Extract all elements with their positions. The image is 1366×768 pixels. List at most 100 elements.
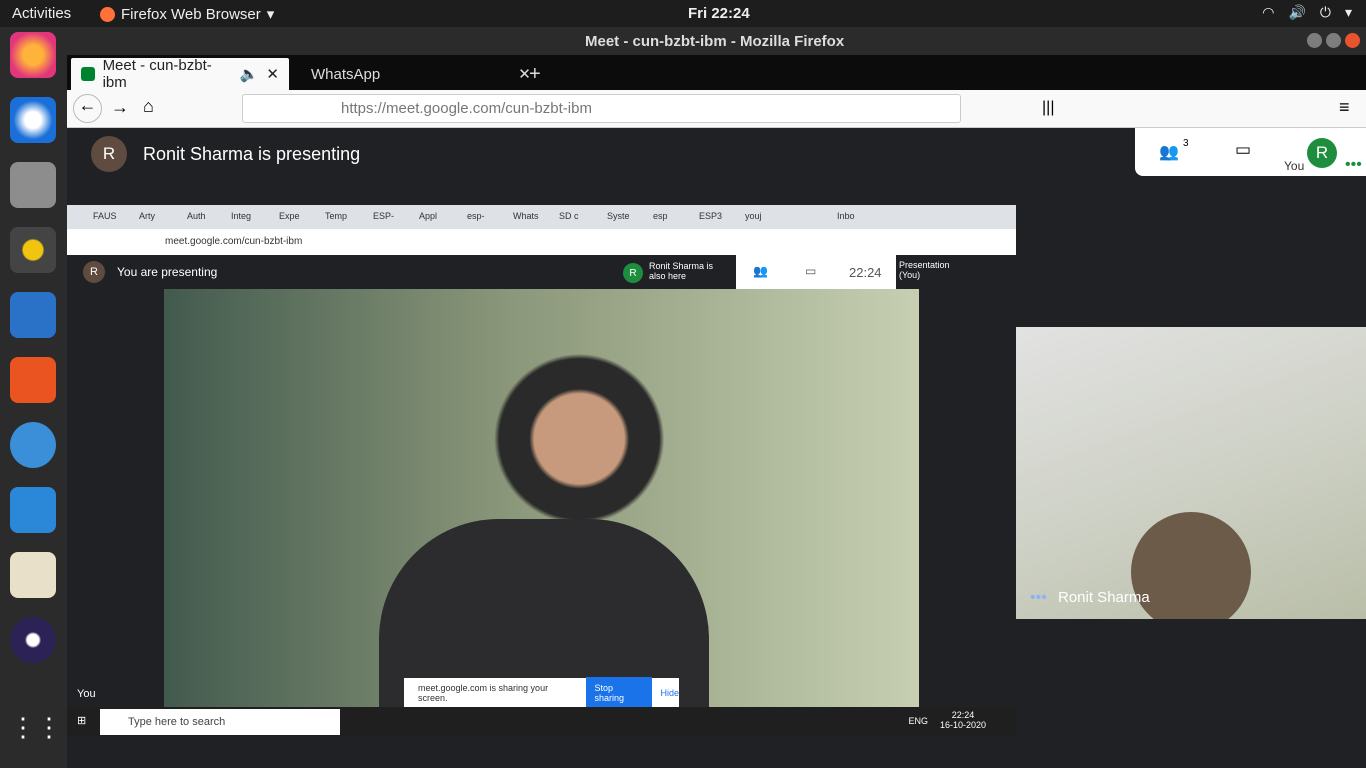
participant-tile[interactable]: ••• Ronit Sharma bbox=[1016, 327, 1366, 619]
vscode-icon[interactable] bbox=[10, 487, 56, 533]
writer-icon[interactable] bbox=[10, 292, 56, 338]
meet-top-panel: 👥 3 ▭ You R ••• bbox=[1135, 128, 1366, 176]
power-icon: ⏻ bbox=[1319, 4, 1331, 20]
chat-icon: ▭ bbox=[805, 264, 817, 278]
tab-bar: Meet - cun-bzbt-ibm 🔈 ✕ WhatsApp ✕ + bbox=[67, 55, 1366, 91]
taskbar-search-text: Type here to search bbox=[128, 716, 226, 728]
windows-start-icon: ⊞ bbox=[77, 715, 87, 727]
minimize-button[interactable] bbox=[1307, 33, 1322, 48]
menu-icon[interactable]: ≡ bbox=[1339, 97, 1350, 118]
activities-button[interactable]: Activities bbox=[12, 5, 71, 22]
dock: ⋮⋮ bbox=[0, 27, 67, 768]
inner-tab: Syste bbox=[607, 211, 630, 221]
clock[interactable]: Fri 22:24 bbox=[688, 5, 750, 22]
maximize-button[interactable] bbox=[1326, 33, 1341, 48]
chevron-down-icon: ▾ bbox=[1344, 4, 1352, 20]
volume-icon: 🔊 bbox=[1288, 4, 1306, 20]
home-icon[interactable]: ⌂ bbox=[143, 96, 154, 117]
close-icon[interactable]: ✕ bbox=[266, 65, 279, 83]
participants-count: 3 bbox=[1183, 138, 1189, 149]
taskbar-search: Type here to search bbox=[100, 709, 340, 735]
show-apps-icon[interactable]: ⋮⋮ bbox=[10, 712, 62, 758]
people-icon[interactable]: 👥 bbox=[1159, 142, 1179, 162]
ubuntu-topbar: Activities Firefox Web Browser ▾ Fri 22:… bbox=[0, 0, 1366, 27]
inner-tab: FAUS bbox=[93, 211, 117, 221]
inner-time: 22:24 bbox=[849, 265, 882, 280]
inner-tab: SD c bbox=[559, 211, 579, 221]
taskbar-time: 22:24 bbox=[951, 710, 975, 720]
tab-label: WhatsApp bbox=[311, 65, 381, 83]
people-icon: 👥 bbox=[753, 264, 768, 278]
participant-name: Ronit Sharma bbox=[1058, 589, 1150, 606]
speaker-icon[interactable]: 🔈 bbox=[240, 65, 259, 83]
inner-tab: ESP- bbox=[373, 211, 395, 221]
url-bar[interactable]: https://meet.google.com/cun-bzbt-ibm bbox=[242, 94, 961, 123]
inner-tab: Temp bbox=[325, 211, 348, 221]
presentation-label: Presentation (You) bbox=[899, 260, 950, 280]
more-options-icon[interactable]: ••• bbox=[1030, 589, 1047, 607]
files-icon[interactable] bbox=[10, 162, 56, 208]
tab-label: Meet - cun-bzbt-ibm bbox=[102, 57, 212, 91]
firefox-icon bbox=[100, 6, 115, 22]
inner-tab: Auth bbox=[187, 211, 206, 221]
inner-tab-strip: FAUS Arty Auth Integ Expe Temp ESP- Appl… bbox=[67, 205, 1016, 229]
presenter-video bbox=[164, 289, 919, 719]
hide-button[interactable]: Hide bbox=[660, 688, 679, 698]
inner-tab: Appl bbox=[419, 211, 438, 221]
tab-whatsapp[interactable]: WhatsApp ✕ bbox=[293, 58, 531, 90]
new-tab-button[interactable]: + bbox=[519, 58, 551, 90]
tab-meet[interactable]: Meet - cun-bzbt-ibm 🔈 ✕ bbox=[71, 57, 289, 91]
inner-tab: Inbo bbox=[837, 211, 855, 221]
close-window-button[interactable] bbox=[1345, 33, 1360, 48]
window-controls bbox=[1307, 33, 1360, 48]
more-options-icon[interactable]: ••• bbox=[1345, 156, 1362, 174]
chevron-down-icon: ▾ bbox=[266, 6, 275, 23]
app-name: Firefox Web Browser bbox=[121, 5, 261, 23]
inner-meet-bar: R You are presenting R Ronit Sharma is a… bbox=[67, 255, 1016, 289]
taskbar-date: 16-10-2020 bbox=[939, 720, 986, 730]
windows-taskbar: ⊞ Type here to search ENG 22:24 16-10-20… bbox=[67, 707, 1016, 737]
eclipse-icon[interactable] bbox=[10, 617, 56, 663]
avatar: R bbox=[91, 136, 127, 172]
library-icon[interactable]: ||| bbox=[1042, 99, 1054, 117]
presenter-bar: R Ronit Sharma is presenting bbox=[91, 136, 360, 172]
inner-tab: Expe bbox=[279, 211, 300, 221]
system-tray[interactable]: ◠ 🔊 ⏻ ▾ bbox=[1262, 4, 1352, 21]
nav-toolbar: ← → ⌂ https://meet.google.com/cun-bzbt-i… bbox=[67, 90, 1366, 128]
inner-tab: ESP3 bbox=[699, 211, 723, 221]
avatar: R bbox=[83, 261, 105, 283]
inner-you-label: You bbox=[77, 688, 96, 700]
you-label: You bbox=[1284, 159, 1305, 173]
app-menu[interactable]: Firefox Web Browser ▾ bbox=[100, 5, 274, 23]
taskbar-lang: ENG bbox=[908, 716, 928, 726]
back-button[interactable]: ← bbox=[73, 94, 102, 123]
meet-icon bbox=[81, 67, 95, 81]
taskbar-clock: 22:24 16-10-2020 bbox=[940, 710, 986, 730]
presenter-text: Ronit Sharma is presenting bbox=[143, 143, 361, 164]
help-icon[interactable] bbox=[10, 422, 56, 468]
inner-tab: Integ bbox=[231, 211, 252, 221]
inner-tab: Whats bbox=[513, 211, 539, 221]
inner-tab: esp- bbox=[467, 211, 485, 221]
stop-sharing-button[interactable]: Stop sharing bbox=[586, 677, 653, 709]
software-center-icon[interactable] bbox=[10, 357, 56, 403]
shared-screen: FAUS Arty Auth Integ Expe Temp ESP- Appl… bbox=[67, 205, 1016, 737]
share-notice-text: meet.google.com is sharing your screen. bbox=[418, 683, 549, 703]
avatar: R bbox=[623, 263, 643, 283]
firefox-icon[interactable] bbox=[10, 32, 56, 78]
rhythmbox-icon[interactable] bbox=[10, 227, 56, 273]
meet-content: R Ronit Sharma is presenting 👥 3 ▭ You R… bbox=[67, 128, 1366, 768]
chat-icon[interactable]: ▭ bbox=[1235, 140, 1251, 160]
inner-tab: esp bbox=[653, 211, 668, 221]
inner-address-bar: meet.google.com/cun-bzbt-ibm bbox=[67, 229, 1016, 255]
wifi-icon: ◠ bbox=[1262, 4, 1275, 20]
text-editor-icon[interactable] bbox=[10, 552, 56, 598]
also-here-text: Ronit Sharma is also here bbox=[649, 261, 714, 281]
window-title: Meet - cun-bzbt-ibm - Mozilla Firefox bbox=[585, 33, 845, 50]
you-are-presenting: You are presenting bbox=[117, 265, 218, 279]
avatar: R bbox=[1307, 138, 1337, 168]
forward-button[interactable]: → bbox=[111, 97, 129, 118]
thunderbird-icon[interactable] bbox=[10, 97, 56, 143]
sharing-notice: meet.google.com is sharing your screen. … bbox=[404, 677, 679, 709]
inner-url: meet.google.com/cun-bzbt-ibm bbox=[165, 236, 303, 247]
